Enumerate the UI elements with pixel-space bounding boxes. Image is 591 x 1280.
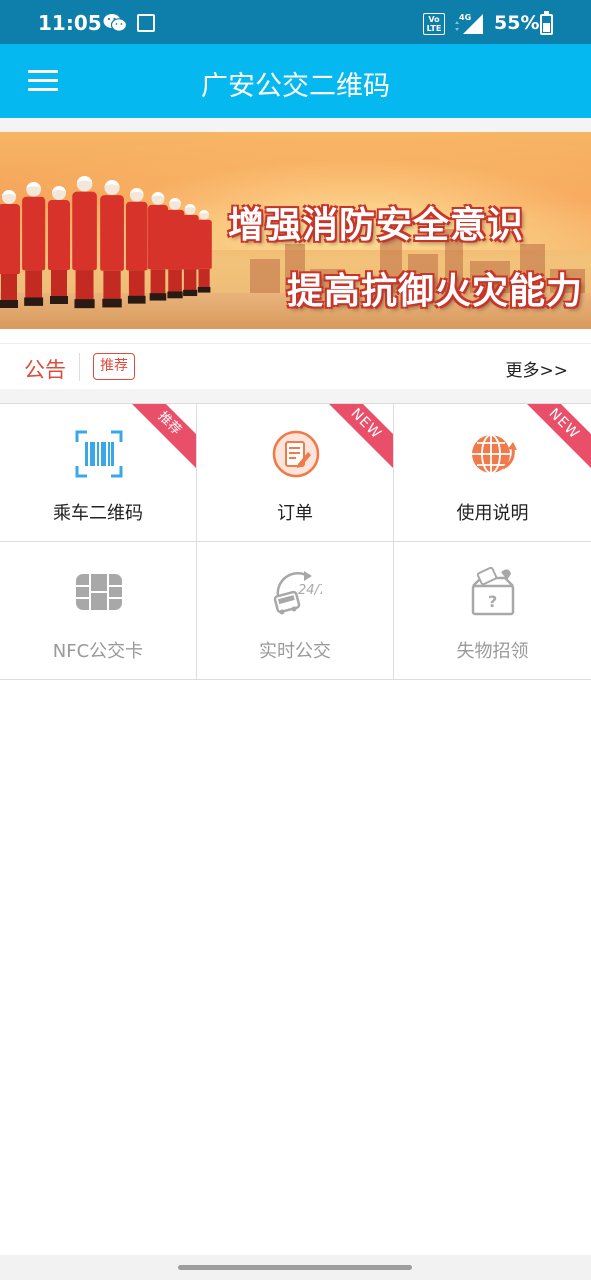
battery-percent: 55% [494,12,540,34]
system-nav-bar [0,1255,591,1280]
volte-label-bottom: LTE [426,24,442,33]
section-spacer [0,118,591,132]
grid-item-instructions[interactable]: 使用说明 NEW [394,404,591,542]
notice-bar[interactable]: 公告 推荐 更多>> [0,343,591,389]
soldier-figure [20,182,47,308]
volte-icon: Vo LTE [423,13,445,35]
svg-text:?: ? [488,592,497,611]
grid-item-label: 失物招领 [456,641,529,662]
soldier-figure [0,190,22,310]
new-ribbon: NEW [318,404,393,472]
grid-item-label: 实时公交 [259,641,331,662]
notice-label: 公告 [24,358,66,382]
soldier-figure [46,186,72,306]
banner-slogan-line1: 增强消防安全意识 [228,205,525,246]
section-spacer [0,389,591,403]
battery-fill [543,22,550,32]
grid-item-label: 乘车二维码 [53,503,143,524]
grid-item-orders[interactable]: 订单 NEW [197,404,394,542]
notice-divider [79,353,80,381]
grid-item-lost-found[interactable]: ? 失物招领 [394,542,591,680]
battery-icon [540,11,553,35]
lost-found-box-icon: ? [471,566,515,616]
grid-item-qr-code[interactable]: 乘车二维码 推荐 [0,404,197,542]
banner-slogan-line2: 提高抗御火灾能力 [287,271,584,312]
order-edit-icon [272,430,320,478]
wechat-icon [103,14,127,32]
grid-item-label: NFC公交卡 [52,641,144,662]
nfc-chip-icon [76,574,122,610]
function-grid: 乘车二维码 推荐 订单 NEW 使用说明 NEW NFC公交卡 24/ 实时公交… [0,403,591,681]
grid-item-label: 订单 [277,503,313,524]
signal-icon: 4G [455,13,483,34]
soldier-figure [70,176,99,310]
network-type-label: 4G [459,13,471,22]
volte-label-top: Vo [428,15,440,24]
status-time: 11:05 [38,11,102,35]
bus-24-7-icon: 24/7 [273,571,322,615]
home-gesture-handle[interactable] [178,1265,412,1270]
grid-item-nfc-card[interactable]: NFC公交卡 [0,542,197,680]
gallery-icon [137,14,155,32]
app-bar: 广安公交二维码 [0,44,591,118]
page-title: 广安公交二维码 [201,71,390,102]
new-ribbon: NEW [516,404,591,472]
soldier-figure [98,180,126,310]
notice-tag: 推荐 [93,353,135,380]
soldier-figure [195,210,213,294]
recommend-ribbon: 推荐 [121,404,196,472]
more-link[interactable]: 更多>> [506,356,569,381]
globe-arrow-icon [472,434,517,474]
svg-text:24/7: 24/7 [298,583,322,598]
banner-carousel[interactable]: 增强消防安全意识 提高抗御火灾能力 [0,132,591,329]
grid-item-label: 使用说明 [456,503,529,524]
grid-item-realtime-bus[interactable]: 24/7 实时公交 [197,542,394,680]
qr-scan-icon [75,430,123,478]
status-bar: 11:05 Vo LTE 4G 55% [0,0,591,44]
